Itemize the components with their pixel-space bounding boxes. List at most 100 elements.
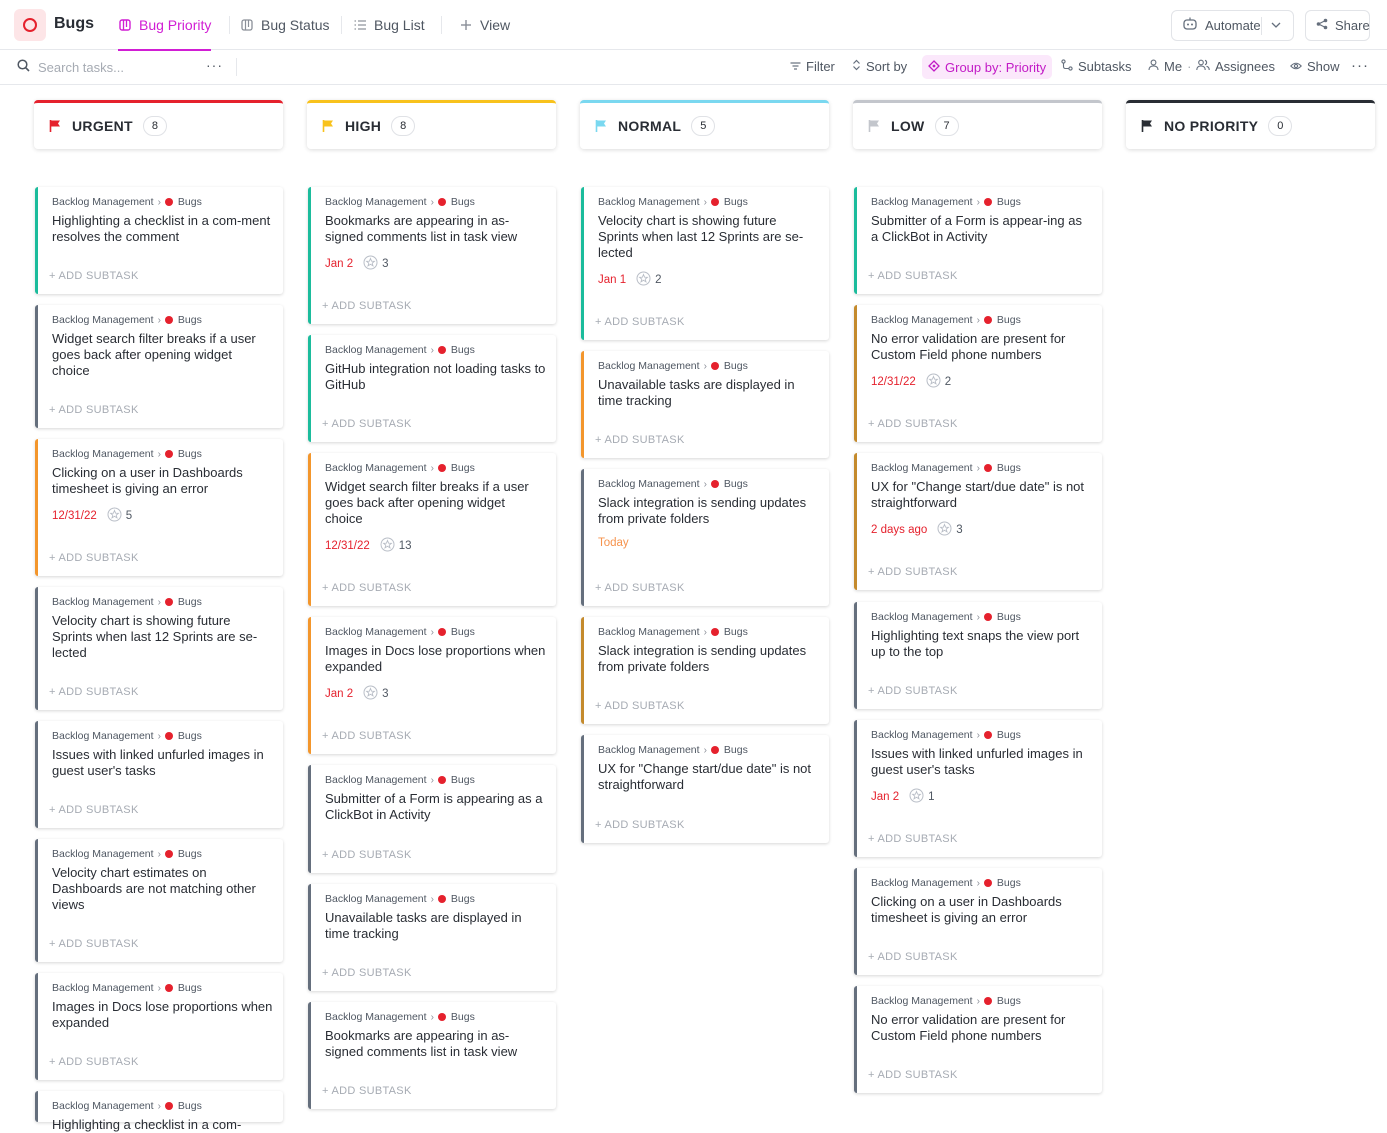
task-card[interactable]: Backlog Management › Bugs UX for "Change st… [854,453,1102,590]
tab-bug-priority[interactable]: Bug Priority [118,0,212,51]
task-card[interactable]: Backlog Management › Bugs Bookmarks are app… [308,187,556,324]
bugs-list-icon[interactable] [14,9,46,41]
share-button[interactable]: Share [1305,10,1370,41]
add-subtask-button[interactable]: + ADD SUBTASK [49,270,139,282]
task-breadcrumb[interactable]: Backlog Management › Bugs [598,478,748,490]
task-breadcrumb[interactable]: Backlog Management › Bugs [52,596,202,608]
due-date[interactable]: Jan 1 [598,274,626,286]
task-card[interactable]: Backlog Management › Bugs Unavailable tasks… [581,351,829,458]
task-title[interactable]: Widget search filter breaks if a user go… [52,331,273,379]
sprint-points[interactable]: 5 [107,507,132,525]
task-card[interactable]: Backlog Management › Bugs Velocity chart is… [35,587,283,710]
sprint-points[interactable]: 3 [937,521,963,539]
add-subtask-button[interactable]: + ADD SUBTASK [49,804,139,816]
add-subtask-button[interactable]: + ADD SUBTASK [595,819,685,831]
subtasks-button[interactable]: Subtasks [1061,59,1131,74]
add-subtask-button[interactable]: + ADD SUBTASK [322,582,412,594]
task-breadcrumb[interactable]: Backlog Management › Bugs [52,196,202,208]
more-options-button[interactable]: ··· [1351,57,1369,74]
task-breadcrumb[interactable]: Backlog Management › Bugs [598,360,748,372]
task-breadcrumb[interactable]: Backlog Management › Bugs [52,730,202,742]
task-title[interactable]: Bookmarks are appearing in as-signed com… [325,1028,546,1060]
task-title[interactable]: Issues with linked unfurled images in gu… [52,747,273,779]
add-subtask-button[interactable]: + ADD SUBTASK [868,418,958,430]
task-breadcrumb[interactable]: Backlog Management › Bugs [871,729,1021,741]
task-title[interactable]: Slack integration is sending updates fro… [598,495,819,527]
task-breadcrumb[interactable]: Backlog Management › Bugs [52,448,202,460]
chevron-down-icon[interactable] [1270,18,1282,35]
add-subtask-button[interactable]: + ADD SUBTASK [49,686,139,698]
task-card[interactable]: Backlog Management › Bugs Clicking on a use… [854,868,1102,975]
search-options-button[interactable]: ··· [206,57,223,73]
task-breadcrumb[interactable]: Backlog Management › Bugs [325,774,475,786]
add-subtask-button[interactable]: + ADD SUBTASK [49,404,139,416]
assignees-button[interactable]: Assignees [1196,59,1275,74]
add-subtask-button[interactable]: + ADD SUBTASK [322,967,412,979]
filter-button[interactable]: Filter [790,59,835,74]
task-breadcrumb[interactable]: Backlog Management › Bugs [52,1100,202,1112]
task-title[interactable]: Velocity chart estimates on Dashboards a… [52,865,273,913]
column-header-high[interactable]: HIGH 8 [307,100,556,149]
task-title[interactable]: Unavailable tasks are displayed in time … [598,377,819,409]
add-subtask-button[interactable]: + ADD SUBTASK [595,582,685,594]
due-date[interactable]: Jan 2 [871,791,899,803]
due-date[interactable]: 12/31/22 [52,510,97,522]
task-breadcrumb[interactable]: Backlog Management › Bugs [871,995,1021,1007]
task-card[interactable]: Backlog Management › Bugs Widget search fil… [35,305,283,428]
task-card[interactable]: Backlog Management › Bugs Images in Docs lo… [35,973,283,1080]
task-card[interactable]: Backlog Management › Bugs Highlighting a ch… [35,1091,283,1132]
column-header-no-priority[interactable]: NO PRIORITY 0 [1126,100,1375,149]
due-date[interactable]: Jan 2 [325,688,353,700]
task-card[interactable]: Backlog Management › Bugs Highlighting text… [854,602,1102,709]
task-title[interactable]: Bookmarks are appearing in as-signed com… [325,213,546,245]
task-card[interactable]: Backlog Management › Bugs Slack integration… [581,617,829,724]
task-breadcrumb[interactable]: Backlog Management › Bugs [325,893,475,905]
task-breadcrumb[interactable]: Backlog Management › Bugs [325,344,475,356]
task-title[interactable]: Submitter of a Form is appearing as a Cl… [325,791,546,823]
task-card[interactable]: Backlog Management › Bugs Submitter of a Fo… [854,187,1102,294]
add-subtask-button[interactable]: + ADD SUBTASK [49,552,139,564]
add-view-button[interactable]: View [459,0,510,50]
task-title[interactable]: No error validation are present for Cust… [871,1012,1092,1044]
task-title[interactable]: Issues with linked unfurled images in gu… [871,746,1092,778]
task-breadcrumb[interactable]: Backlog Management › Bugs [325,462,475,474]
task-breadcrumb[interactable]: Backlog Management › Bugs [325,626,475,638]
me-filter-button[interactable]: Me · [1148,59,1191,74]
add-subtask-button[interactable]: + ADD SUBTASK [49,938,139,950]
task-breadcrumb[interactable]: Backlog Management › Bugs [871,877,1021,889]
add-subtask-button[interactable]: + ADD SUBTASK [868,270,958,282]
task-card[interactable]: Backlog Management › Bugs Issues with linke… [854,720,1102,857]
automate-button[interactable]: Automate [1171,10,1294,41]
show-button[interactable]: Show [1290,59,1340,74]
sprint-points[interactable]: 2 [636,271,662,289]
add-subtask-button[interactable]: + ADD SUBTASK [868,1069,958,1081]
sprint-points[interactable]: 3 [363,255,389,273]
task-title[interactable]: Velocity chart is showing future Sprints… [598,213,819,261]
add-subtask-button[interactable]: + ADD SUBTASK [868,833,958,845]
task-title[interactable]: GitHub integration not loading tasks to … [325,361,546,393]
group-by-button[interactable]: Group by: Priority [922,55,1053,79]
add-subtask-button[interactable]: + ADD SUBTASK [49,1056,139,1068]
task-title[interactable]: Slack integration is sending updates fro… [598,643,819,675]
due-date[interactable]: Today [598,537,629,549]
add-subtask-button[interactable]: + ADD SUBTASK [868,685,958,697]
column-header-low[interactable]: LOW 7 [853,100,1102,149]
tab-bug-list[interactable]: Bug List [353,0,425,50]
task-title[interactable]: UX for "Change start/due date" is not st… [871,479,1092,511]
sprint-points[interactable]: 13 [380,537,412,555]
task-title[interactable]: Clicking on a user in Dashboards timeshe… [52,465,273,497]
task-title[interactable]: Unavailable tasks are displayed in time … [325,910,546,942]
task-breadcrumb[interactable]: Backlog Management › Bugs [871,611,1021,623]
task-card[interactable]: Backlog Management › Bugs UX for "Change st… [581,735,829,843]
task-title[interactable]: Highlighting a checklist in a com- [52,1117,273,1133]
task-breadcrumb[interactable]: Backlog Management › Bugs [325,1011,475,1023]
add-subtask-button[interactable]: + ADD SUBTASK [322,1085,412,1097]
task-card[interactable]: Backlog Management › Bugs GitHub integratio… [308,335,556,442]
add-subtask-button[interactable]: + ADD SUBTASK [868,951,958,963]
column-header-normal[interactable]: NORMAL 5 [580,100,829,149]
sprint-points[interactable]: 2 [926,373,951,391]
task-title[interactable]: Clicking on a user in Dashboards timeshe… [871,894,1092,926]
sort-button[interactable]: Sort by [852,59,907,74]
tab-bug-status[interactable]: Bug Status [240,0,330,50]
task-card[interactable]: Backlog Management › Bugs Unavailable tasks… [308,884,556,991]
